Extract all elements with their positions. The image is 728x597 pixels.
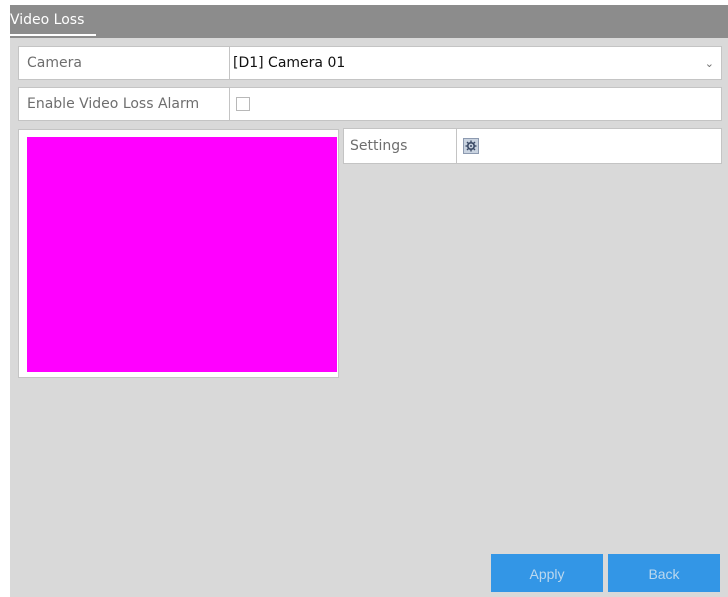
gear-icon[interactable] xyxy=(463,138,479,154)
chevron-down-icon: ⌄ xyxy=(704,57,714,70)
camera-row: Camera [D1] Camera 01 ⌄ xyxy=(18,46,722,80)
camera-select-value: [D1] Camera 01 xyxy=(233,55,346,71)
enable-alarm-row: Enable Video Loss Alarm xyxy=(18,87,722,121)
camera-label: Camera xyxy=(19,47,230,79)
apply-button[interactable]: Apply xyxy=(491,554,603,592)
active-tab-indicator xyxy=(10,34,96,36)
enable-alarm-label: Enable Video Loss Alarm xyxy=(19,88,230,120)
enable-alarm-cell xyxy=(230,88,721,120)
settings-row: Settings xyxy=(343,128,722,164)
settings-label: Settings xyxy=(344,129,457,163)
title-bar: Video Loss xyxy=(10,5,728,38)
camera-select[interactable]: [D1] Camera 01 ⌄ xyxy=(230,47,721,79)
video-loss-panel: Video Loss Camera [D1] Camera 01 ⌄ Enabl… xyxy=(10,5,728,597)
tab-label: Video Loss xyxy=(10,12,85,28)
enable-alarm-checkbox[interactable] xyxy=(236,97,250,111)
camera-preview xyxy=(27,137,337,372)
back-button[interactable]: Back xyxy=(608,554,720,592)
camera-preview-frame xyxy=(18,129,339,378)
